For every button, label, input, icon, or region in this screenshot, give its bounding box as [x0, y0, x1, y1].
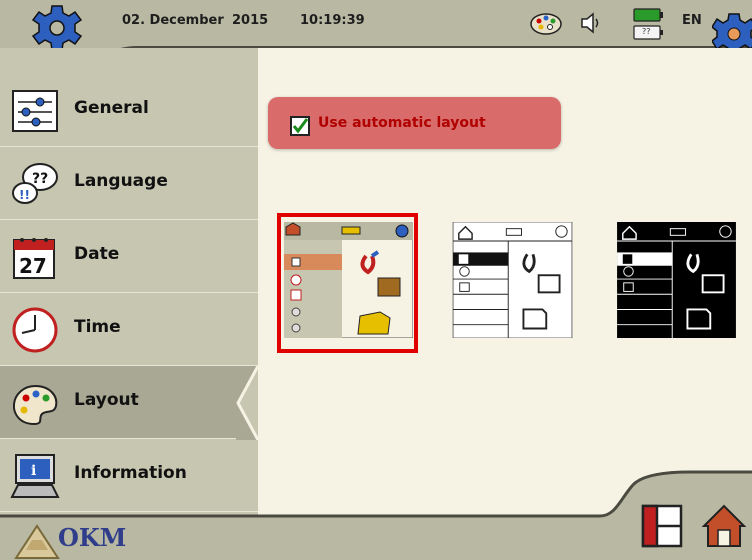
- svg-text:??: ??: [32, 171, 48, 187]
- clock-icon: [12, 307, 58, 353]
- okm-logo-icon: [14, 524, 60, 559]
- home-icon[interactable]: [700, 502, 748, 550]
- okm-logo-text: OKM: [58, 523, 127, 552]
- panel-layout-icon[interactable]: [640, 503, 684, 549]
- palette-icon: [12, 384, 58, 426]
- layout-thumbnail-color[interactable]: [284, 222, 413, 338]
- speaker-icon[interactable]: [578, 9, 604, 37]
- sidebar-item-label: Date: [74, 244, 120, 264]
- settings-gear-icon[interactable]: [30, 5, 84, 51]
- layout-thumbnail-black[interactable]: [612, 222, 741, 338]
- svg-text:!!: !!: [19, 188, 30, 202]
- sidebar-item-label: Time: [74, 317, 121, 337]
- language-indicator: EN: [682, 13, 702, 28]
- sidebar-item-label: General: [74, 98, 149, 118]
- sidebar-item-layout[interactable]: Layout: [0, 366, 238, 439]
- auto-layout-label: Use automatic layout: [318, 115, 486, 131]
- sidebar-item-language[interactable]: ?? !! Language: [0, 147, 258, 220]
- year-text: 2015: [232, 13, 269, 28]
- speech-bubbles-icon: ?? !!: [12, 163, 58, 204]
- sidebar-item-time[interactable]: Time: [0, 293, 258, 366]
- calendar-day-text: 27: [19, 254, 47, 278]
- auto-layout-checkbox[interactable]: [290, 116, 310, 136]
- checkmark-icon: [292, 118, 309, 134]
- date-text: 02. December: [122, 13, 224, 28]
- battery-unknown-text: ??: [642, 27, 651, 36]
- sidebar-item-general[interactable]: General: [0, 74, 258, 147]
- calendar-icon: 27: [13, 238, 55, 279]
- palette-status-icon: [530, 13, 562, 35]
- layout-thumbnail-white[interactable]: [448, 222, 577, 338]
- sidebar-item-label: Language: [74, 171, 168, 191]
- sidebar-item-label: Layout: [74, 390, 139, 410]
- time-text: 10:19:39: [300, 13, 365, 28]
- battery-icon: [633, 8, 663, 40]
- sliders-icon: [12, 90, 58, 132]
- sidebar-item-date[interactable]: 27 Date: [0, 220, 258, 293]
